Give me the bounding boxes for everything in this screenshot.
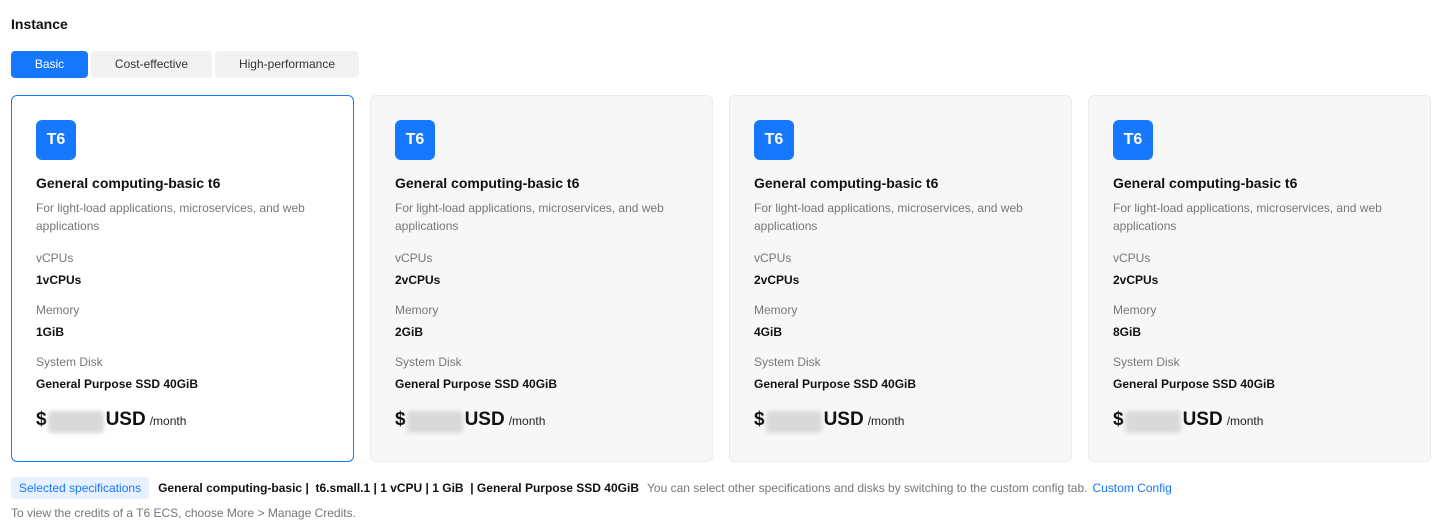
system-disk-label: System Disk (754, 355, 821, 369)
vcpu-value: 2vCPUs (754, 273, 800, 287)
price-currency-symbol: $ (395, 409, 406, 430)
instance-card-list: T6 General computing-basic t6 For light-… (11, 95, 1431, 462)
instance-family-badge: T6 (36, 120, 76, 160)
section-title: Instance (11, 16, 68, 32)
credits-footnote: To view the credits of a T6 ECS, choose … (11, 506, 356, 520)
price-currency: USD (1182, 409, 1223, 430)
system-disk-label: System Disk (36, 355, 103, 369)
memory-label: Memory (1113, 303, 1157, 317)
instance-family-badge: T6 (1113, 120, 1153, 160)
vcpu-label: vCPUs (1113, 251, 1151, 265)
memory-value: 2GiB (395, 325, 424, 339)
custom-config-hint: You can select other specifications and … (647, 481, 1088, 495)
price-row: $ USD /month (395, 409, 688, 433)
price-redacted (765, 411, 822, 433)
instance-family-badge: T6 (395, 120, 435, 160)
memory-value: 4GiB (754, 325, 783, 339)
instance-name: General computing-basic t6 (395, 175, 580, 191)
price-period: /month (508, 414, 546, 428)
memory-label: Memory (395, 303, 439, 317)
instance-description: For light-load applications, microservic… (395, 201, 664, 233)
system-disk-value: General Purpose SSD 40GiB (395, 377, 558, 391)
selected-specifications-tag: Selected specifications (11, 477, 150, 499)
price-currency: USD (105, 409, 146, 430)
vcpu-value: 2vCPUs (1113, 273, 1159, 287)
instance-category-tabs: Basic Cost-effective High-performance (11, 51, 359, 78)
memory-label: Memory (754, 303, 798, 317)
instance-description: For light-load applications, microservic… (36, 201, 305, 233)
price-row: $ USD /month (754, 409, 1047, 433)
vcpu-label: vCPUs (754, 251, 792, 265)
instance-name: General computing-basic t6 (36, 175, 221, 191)
vcpu-label: vCPUs (36, 251, 74, 265)
price-currency-symbol: $ (754, 409, 765, 430)
tab-basic[interactable]: Basic (11, 51, 88, 78)
vcpu-value: 2vCPUs (395, 273, 441, 287)
price-period: /month (1226, 414, 1264, 428)
instance-card[interactable]: T6 General computing-basic t6 For light-… (370, 95, 713, 462)
system-disk-label: System Disk (395, 355, 462, 369)
custom-config-link[interactable]: Custom Config (1092, 481, 1171, 495)
selected-specifications-bar: Selected specifications General computin… (11, 477, 1172, 499)
memory-label: Memory (36, 303, 80, 317)
tab-high-performance[interactable]: High-performance (215, 51, 359, 78)
system-disk-value: General Purpose SSD 40GiB (754, 377, 917, 391)
price-row: $ USD /month (36, 409, 329, 433)
price-row: $ USD /month (1113, 409, 1406, 433)
system-disk-label: System Disk (1113, 355, 1180, 369)
price-currency: USD (464, 409, 505, 430)
instance-card[interactable]: T6 General computing-basic t6 For light-… (11, 95, 354, 462)
vcpu-value: 1vCPUs (36, 273, 82, 287)
price-period: /month (149, 414, 187, 428)
price-currency-symbol: $ (36, 409, 47, 430)
price-redacted (47, 411, 104, 433)
instance-name: General computing-basic t6 (1113, 175, 1298, 191)
price-period: /month (867, 414, 905, 428)
tab-cost-effective[interactable]: Cost-effective (91, 51, 212, 78)
price-redacted (1124, 411, 1181, 433)
instance-family-badge: T6 (754, 120, 794, 160)
price-currency-symbol: $ (1113, 409, 1124, 430)
memory-value: 1GiB (36, 325, 65, 339)
price-redacted (406, 411, 463, 433)
instance-description: For light-load applications, microservic… (754, 201, 1023, 233)
memory-value: 8GiB (1113, 325, 1142, 339)
system-disk-value: General Purpose SSD 40GiB (1113, 377, 1276, 391)
instance-card[interactable]: T6 General computing-basic t6 For light-… (1088, 95, 1431, 462)
selected-specifications-value: General computing-basic | t6.small.1 | 1… (158, 481, 639, 495)
system-disk-value: General Purpose SSD 40GiB (36, 377, 199, 391)
instance-name: General computing-basic t6 (754, 175, 939, 191)
instance-card[interactable]: T6 General computing-basic t6 For light-… (729, 95, 1072, 462)
instance-description: For light-load applications, microservic… (1113, 201, 1382, 233)
price-currency: USD (823, 409, 864, 430)
vcpu-label: vCPUs (395, 251, 433, 265)
